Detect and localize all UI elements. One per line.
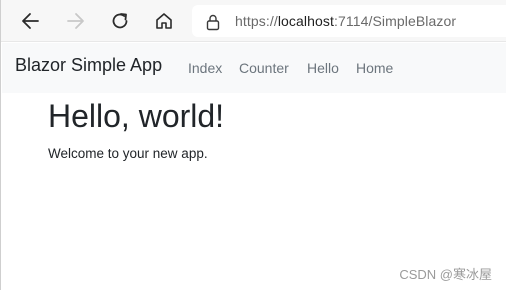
browser-window: https://localhost:7114/SimpleBlazor Blaz… (0, 0, 506, 290)
nav-link-counter[interactable]: Counter (239, 60, 289, 76)
page-title: Hello, world! (48, 98, 225, 134)
forward-button[interactable] (62, 8, 88, 34)
address-bar[interactable]: https://localhost:7114/SimpleBlazor (192, 5, 506, 37)
forward-arrow-icon (67, 13, 84, 29)
url-scheme: https:// (235, 13, 278, 29)
welcome-text: Welcome to your new app. (48, 146, 208, 161)
navbar-brand[interactable]: Blazor Simple App (15, 55, 162, 76)
back-button[interactable] (18, 8, 44, 34)
nav-link-hello[interactable]: Hello (307, 60, 339, 76)
url-host: localhost (277, 13, 334, 29)
url-path: :7114/SimpleBlazor (333, 13, 457, 29)
refresh-icon (112, 13, 128, 29)
app-navbar: Blazor Simple App Index Counter Hello Ho… (2, 43, 506, 93)
home-icon (156, 13, 172, 29)
url-text[interactable]: https://localhost:7114/SimpleBlazor (235, 13, 456, 29)
home-button[interactable] (151, 8, 177, 34)
nav-link-home[interactable]: Home (356, 60, 393, 76)
refresh-button[interactable] (107, 8, 133, 34)
nav-link-index[interactable]: Index (188, 60, 222, 76)
back-arrow-icon (22, 13, 39, 29)
lock-icon[interactable] (205, 13, 221, 31)
browser-toolbar: https://localhost:7114/SimpleBlazor (1, 0, 506, 42)
watermark: CSDN @寒冰屋 (399, 267, 492, 282)
